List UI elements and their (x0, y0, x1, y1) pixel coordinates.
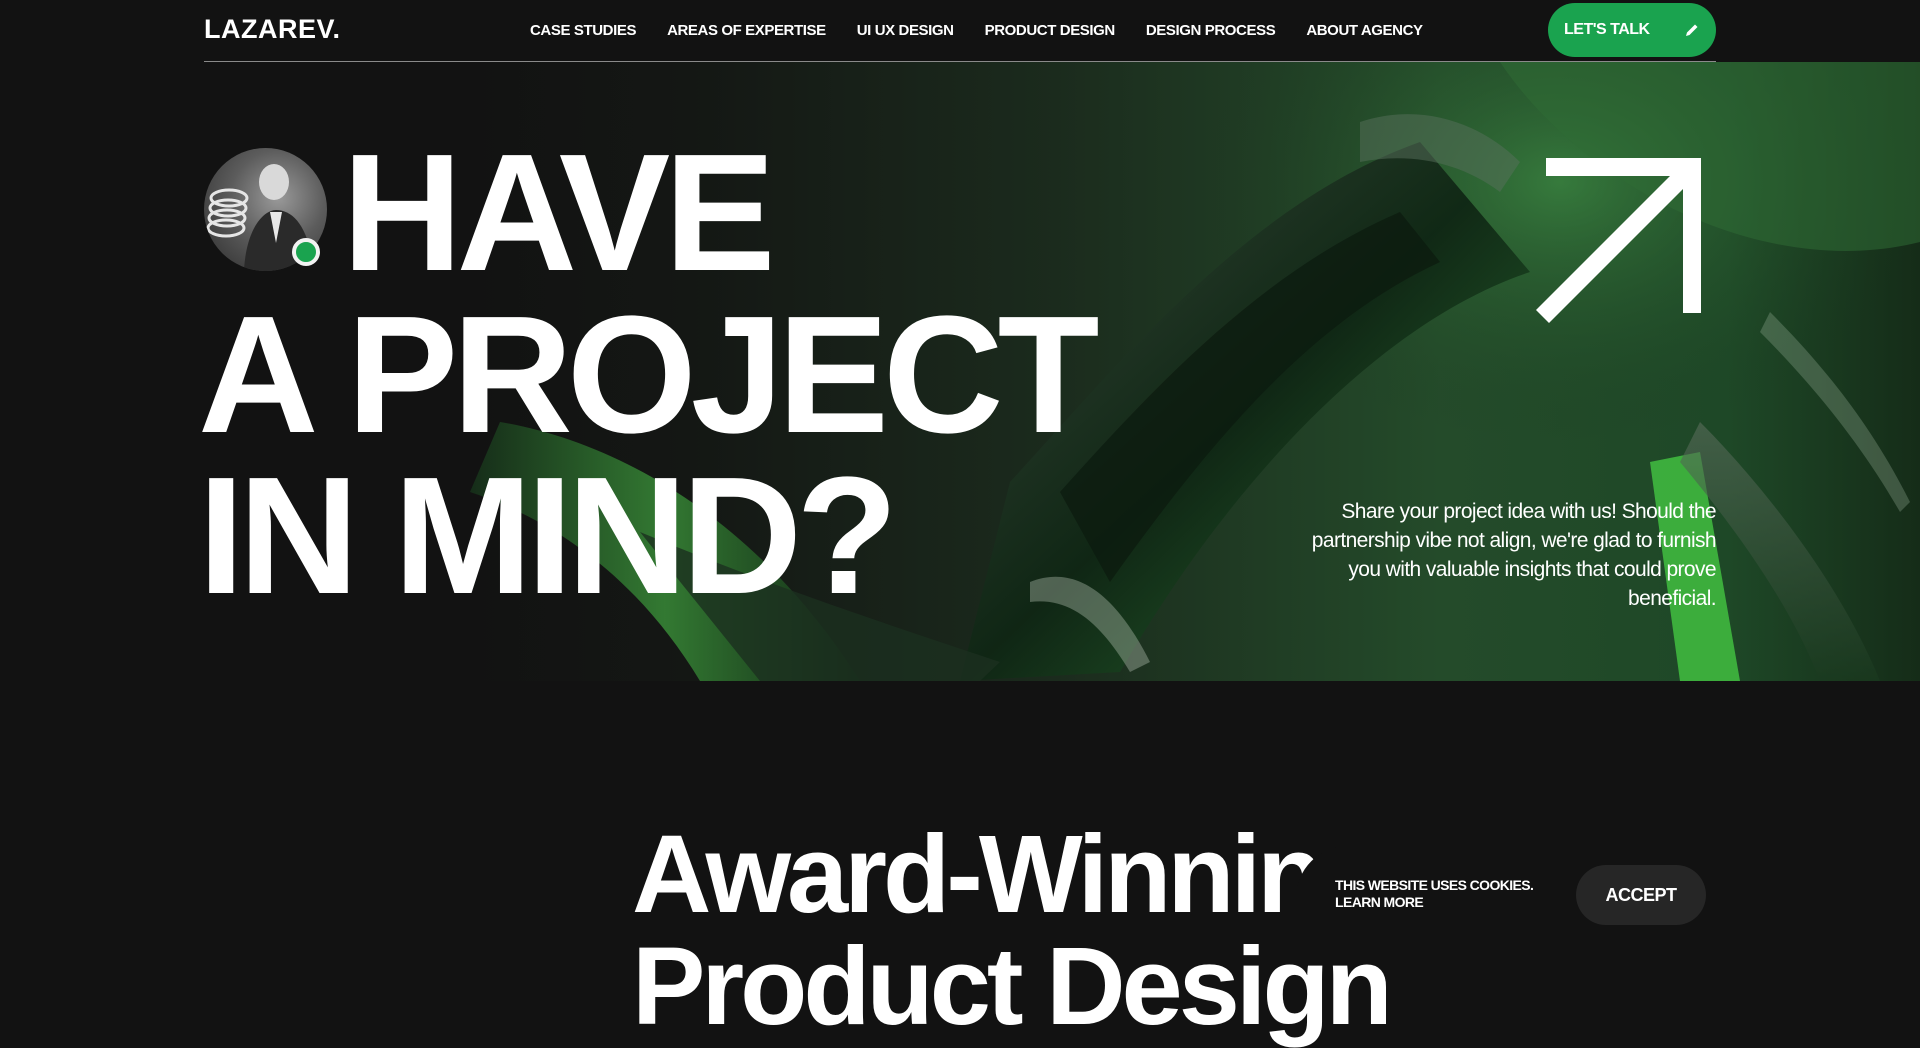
lets-talk-button[interactable]: LET'S TALK (1548, 3, 1716, 57)
learn-more-link[interactable]: LEARN MORE (1335, 894, 1533, 911)
cookie-banner: THIS WEBSITE USES COOKIES. LEARN MORE AC… (1296, 846, 1720, 950)
hero-title-line-3: IN MIND? (198, 443, 898, 629)
logo[interactable]: LAZAREV. (204, 14, 341, 45)
award-section-title: Award-Winning (632, 813, 1388, 936)
nav-product-design[interactable]: PRODUCT DESIGN (985, 22, 1116, 39)
nav-areas-of-expertise[interactable]: AREAS OF EXPERTISE (667, 22, 826, 39)
cookie-notice-text: THIS WEBSITE USES COOKIES. (1335, 877, 1534, 893)
online-status-dot (292, 238, 320, 266)
main-nav: CASE STUDIES AREAS OF EXPERTISE UI UX DE… (530, 22, 1454, 39)
lets-talk-label: LET'S TALK (1564, 21, 1650, 38)
site-header: LAZAREV. CASE STUDIES AREAS OF EXPERTISE… (204, 0, 1716, 62)
nav-ui-ux-design[interactable]: UI UX DESIGN (857, 22, 954, 39)
pencil-icon (1686, 24, 1698, 36)
nav-case-studies[interactable]: CASE STUDIES (530, 22, 636, 39)
arrow-up-right-icon[interactable] (1536, 158, 1706, 328)
award-section-title-line-2: Product Design (632, 925, 1393, 1048)
hero-title-line-2: A PROJECT (198, 282, 1100, 468)
hero-title-line-1: HAVE (342, 120, 776, 306)
cookie-message: THIS WEBSITE USES COOKIES. LEARN MORE (1335, 877, 1534, 911)
nav-design-process[interactable]: DESIGN PROCESS (1146, 22, 1276, 39)
hero-description: Share your project idea with us! Should … (1311, 500, 1717, 610)
accept-cookies-button[interactable]: ACCEPT (1576, 865, 1706, 925)
nav-about-agency[interactable]: ABOUT AGENCY (1306, 22, 1423, 39)
